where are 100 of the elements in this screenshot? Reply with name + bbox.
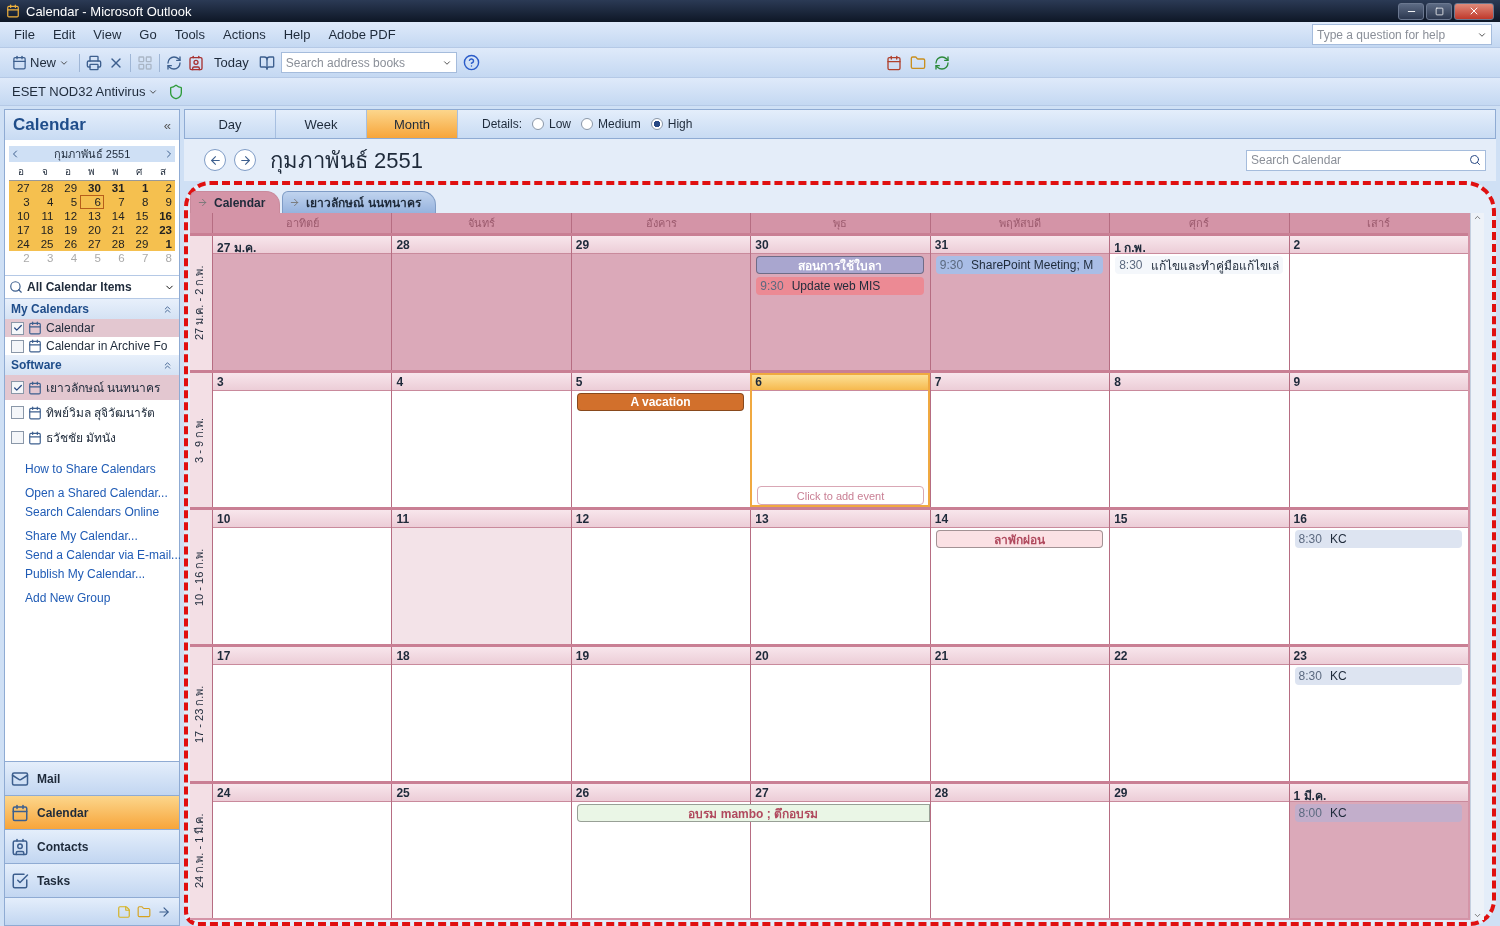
day-cell[interactable]: 21: [929, 647, 1110, 781]
filter-dropdown[interactable]: All Calendar Items: [5, 275, 179, 299]
mini-calendar-day[interactable]: 19: [56, 223, 81, 237]
day-cell[interactable]: 11: [391, 510, 571, 644]
calendar-list-item[interactable]: Calendar: [5, 319, 179, 337]
print-icon[interactable]: [86, 54, 102, 71]
day-cell[interactable]: 7: [929, 373, 1110, 507]
menu-item[interactable]: Tools: [168, 25, 211, 44]
day-cell[interactable]: 9: [1288, 373, 1468, 507]
sidebar-link[interactable]: Send a Calendar via E-mail...: [25, 548, 179, 562]
day-cell[interactable]: 6 Click to add event: [750, 373, 930, 507]
checkbox[interactable]: [11, 381, 24, 394]
collapse-button[interactable]: «: [163, 117, 171, 133]
day-cell[interactable]: 4: [391, 373, 571, 507]
mini-calendar-day[interactable]: 28: [103, 237, 128, 251]
appointment[interactable]: 8:00 KC: [1294, 804, 1462, 822]
view-tab[interactable]: Day: [185, 110, 276, 138]
calendar-icon[interactable]: [11, 803, 29, 822]
calendar-icon[interactable]: [12, 55, 27, 70]
mini-calendar-day[interactable]: 24: [9, 237, 33, 251]
mini-calendar-day[interactable]: 29: [56, 181, 81, 195]
calendar-list-item[interactable]: ธวัชชัย มัทนัง: [5, 425, 179, 450]
checkbox[interactable]: [11, 339, 24, 353]
contact-card-icon[interactable]: [11, 837, 29, 856]
search-icon[interactable]: [9, 280, 23, 294]
navigation-button[interactable]: Contacts: [5, 829, 179, 863]
envelope-icon[interactable]: [11, 769, 29, 788]
day-cell[interactable]: 15: [1109, 510, 1289, 644]
mini-calendar-day[interactable]: 27: [9, 181, 33, 195]
menu-item[interactable]: Edit: [46, 25, 82, 44]
mini-calendar-day[interactable]: 30: [80, 181, 104, 195]
calendar-tab[interactable]: เยาวลักษณ์ นนทนาคร: [282, 191, 436, 213]
collapse-icon[interactable]: [162, 303, 173, 315]
mini-calendar-day[interactable]: 16: [151, 209, 175, 223]
scroll-up-icon[interactable]: [1473, 213, 1482, 222]
sync-icon[interactable]: [933, 54, 950, 71]
radio-label[interactable]: High: [667, 117, 693, 131]
menu-item[interactable]: Actions: [217, 25, 272, 44]
antivirus-dropdown[interactable]: ESET NOD32 Antivirus: [8, 82, 163, 101]
mini-calendar-day[interactable]: 27: [80, 237, 104, 251]
day-cell[interactable]: 3: [212, 373, 392, 507]
mini-calendar-day[interactable]: 9: [151, 195, 175, 209]
sidebar-link[interactable]: Search Calendars Online: [25, 505, 179, 519]
mini-calendar-day[interactable]: 2: [151, 181, 175, 195]
calendar-list-item[interactable]: ทิพย์วิมล สุจิวัฒนารัต: [5, 400, 179, 425]
radio-button[interactable]: [532, 118, 544, 130]
day-cell[interactable]: 12: [570, 510, 751, 644]
mini-calendar-day[interactable]: 26: [56, 237, 81, 251]
day-cell[interactable]: 29: [570, 236, 751, 370]
menu-item[interactable]: Go: [133, 25, 163, 44]
today-button[interactable]: Today: [210, 53, 253, 72]
mini-calendar-day[interactable]: 1: [127, 181, 152, 195]
search-icon[interactable]: [1469, 154, 1481, 166]
menu-item[interactable]: File: [8, 25, 41, 44]
day-cell[interactable]: 17: [212, 647, 392, 781]
mini-calendar-day[interactable]: 13: [80, 209, 104, 223]
day-cell[interactable]: 29: [1109, 784, 1289, 918]
sidebar-link[interactable]: How to Share Calendars: [25, 462, 179, 476]
mini-calendar-day[interactable]: 18: [32, 223, 57, 237]
day-cell[interactable]: 13: [750, 510, 930, 644]
view-tab[interactable]: Month: [367, 110, 458, 138]
help-icon[interactable]: [462, 54, 480, 71]
maximize-icon[interactable]: [1434, 6, 1444, 16]
appointment[interactable]: 9:30 Update web MIS: [756, 277, 924, 295]
mini-calendar-day[interactable]: 12: [56, 209, 81, 223]
mini-calendar-day[interactable]: 25: [32, 237, 57, 251]
radio-label[interactable]: Medium: [598, 117, 641, 131]
maximize-button[interactable]: [1426, 2, 1452, 20]
appointment[interactable]: 9:30 SharePoint Meeting; M: [935, 256, 1104, 274]
checkbox[interactable]: [11, 406, 24, 419]
contact-card-icon[interactable]: [188, 54, 204, 71]
day-cell[interactable]: 10: [212, 510, 392, 644]
appointment[interactable]: 8:30 KC: [1294, 667, 1462, 685]
collapse-icon[interactable]: [162, 359, 173, 371]
calendar-tab[interactable]: Calendar: [190, 191, 281, 213]
mini-calendar-day[interactable]: 31: [103, 181, 128, 195]
appointment[interactable]: 8:30 KC: [1294, 530, 1462, 548]
address-book-icon[interactable]: [258, 54, 275, 71]
navigation-button[interactable]: Tasks: [5, 863, 179, 897]
navigation-button[interactable]: Mail: [5, 761, 179, 795]
menu-item[interactable]: Help: [277, 25, 317, 44]
radio-button[interactable]: [650, 118, 663, 130]
day-cell[interactable]: 25: [391, 784, 571, 918]
mini-calendar-day[interactable]: 15: [127, 209, 152, 223]
calendar-list-item[interactable]: Calendar in Archive Fo: [5, 337, 179, 355]
menu-item[interactable]: Adobe PDF: [322, 25, 402, 44]
day-cell[interactable]: 8: [1109, 373, 1289, 507]
day-cell[interactable]: 18: [391, 647, 571, 781]
day-cell[interactable]: 19: [570, 647, 751, 781]
sidebar-link[interactable]: Add New Group: [25, 591, 179, 605]
mini-calendar-day[interactable]: 8: [127, 195, 152, 209]
sidebar-link[interactable]: Share My Calendar...: [25, 529, 179, 543]
mini-calendar-day[interactable]: 29: [127, 237, 152, 251]
mini-calendar-day[interactable]: 14: [103, 209, 128, 223]
mini-calendar-day[interactable]: 17: [9, 223, 33, 237]
radio-button[interactable]: [581, 118, 594, 130]
sidebar-link[interactable]: Publish My Calendar...: [25, 567, 179, 581]
sync-icon[interactable]: [166, 54, 182, 71]
calendar-icon[interactable]: [885, 54, 902, 71]
checkbox-tick-icon[interactable]: [11, 871, 29, 890]
